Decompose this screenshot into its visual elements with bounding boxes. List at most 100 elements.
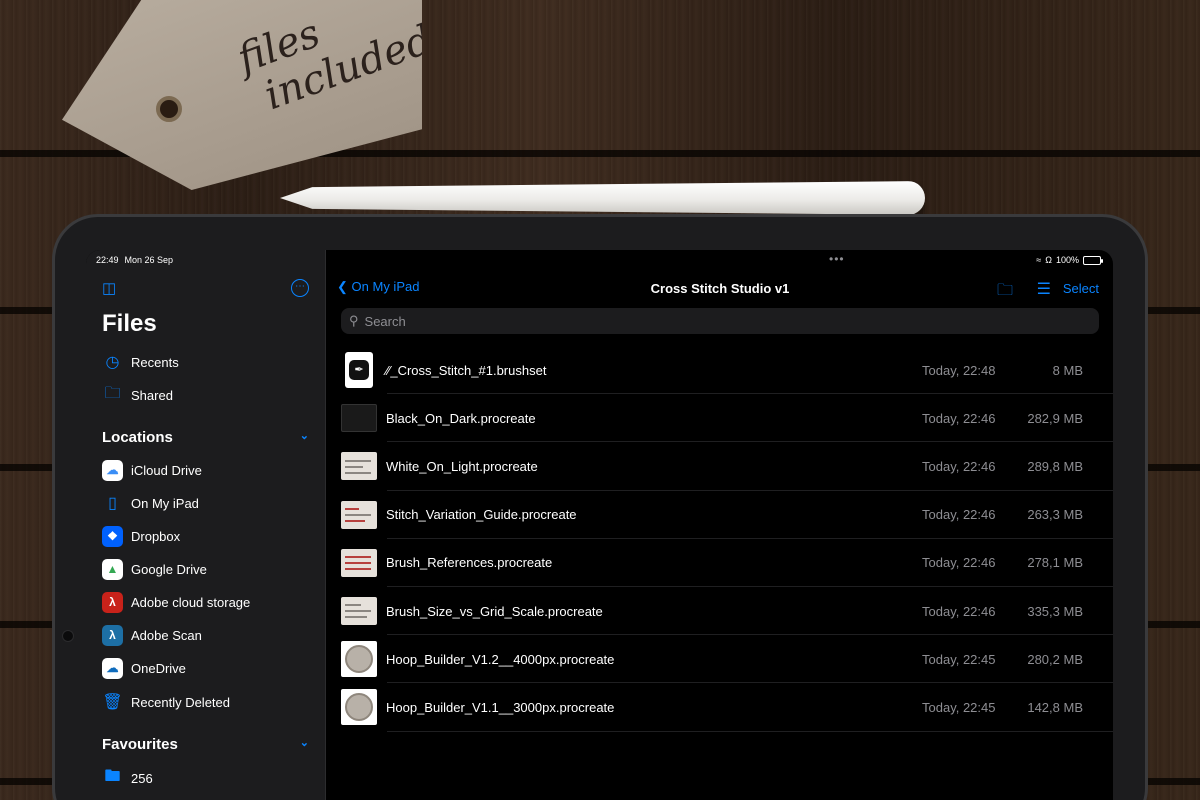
sidebar-item-adobe-cloud-storage[interactable]: λ Adobe cloud storage bbox=[102, 588, 315, 616]
sidebar-item-label: OneDrive bbox=[131, 660, 186, 676]
more-options-icon[interactable]: ⋯ bbox=[291, 279, 309, 297]
file-row[interactable]: Brush_Size_vs_Grid_Scale.procreate Today… bbox=[327, 587, 1113, 636]
sidebar-item-label: Adobe cloud storage bbox=[131, 594, 251, 610]
sidebar-item-icloud-drive[interactable]: ☁ iCloud Drive bbox=[102, 456, 315, 484]
file-row[interactable]: White_On_Light.procreate Today, 22:46 28… bbox=[327, 442, 1113, 491]
file-name: Hoop_Builder_V1.2__4000px.procreate bbox=[386, 651, 615, 667]
sidebar-item-adobe-scan[interactable]: λ Adobe Scan bbox=[102, 621, 315, 649]
status-indicators: ≈ Ω 100% bbox=[1036, 255, 1103, 265]
section-locations-label: Locations bbox=[102, 429, 173, 446]
ipad-icon: ▯ bbox=[108, 495, 117, 512]
thumbnail-line bbox=[345, 616, 367, 619]
new-folder-icon[interactable]: 🗀 bbox=[997, 279, 1013, 306]
tag-handwriting: files included bbox=[231, 10, 439, 124]
status-date: Mon 26 Sep bbox=[124, 255, 174, 265]
file-size: 142,8 MB bbox=[1027, 699, 1083, 715]
sidebar-item-label: 256 bbox=[131, 770, 153, 786]
file-thumbnail bbox=[341, 452, 377, 481]
file-row[interactable]: Brush_References.procreate Today, 22:46 … bbox=[327, 539, 1113, 588]
thumbnail-line bbox=[345, 460, 371, 463]
file-thumbnail bbox=[341, 641, 377, 678]
shared-folder-icon: 🗀 bbox=[104, 384, 121, 402]
sidebar-item-recents[interactable]: ◷ Recents bbox=[102, 348, 315, 376]
battery-icon bbox=[1083, 255, 1103, 265]
wifi-icon: ≈ bbox=[1036, 255, 1042, 265]
page-title: Files bbox=[102, 310, 157, 337]
brushset-thumbnail: ✒ bbox=[345, 352, 373, 389]
file-date: Today, 22:48 bbox=[922, 362, 996, 378]
file-thumbnail bbox=[341, 404, 377, 433]
file-name: Stitch_Variation_Guide.procreate bbox=[386, 507, 577, 523]
tag-hole bbox=[156, 96, 182, 122]
thumbnail-line bbox=[345, 555, 371, 558]
file-date: Today, 22:45 bbox=[922, 699, 996, 715]
file-date: Today, 22:45 bbox=[922, 651, 996, 667]
thumbnail-line bbox=[345, 472, 371, 475]
file-date: Today, 22:46 bbox=[922, 507, 996, 523]
file-date: Today, 22:46 bbox=[922, 555, 996, 571]
headphones-icon: Ω bbox=[1045, 255, 1052, 265]
battery-percent: 100% bbox=[1055, 255, 1079, 265]
file-row[interactable]: ✒ ∕∕_Cross_Stitch_#1.brushset Today, 22:… bbox=[327, 346, 1113, 395]
onedrive-icon: ☁ bbox=[102, 657, 123, 679]
file-row[interactable]: Hoop_Builder_V1.1__3000px.procreate Toda… bbox=[327, 683, 1113, 732]
sidebar-item-onedrive[interactable]: ☁ OneDrive bbox=[102, 654, 315, 682]
file-name: Hoop_Builder_V1.1__3000px.procreate bbox=[386, 699, 615, 715]
file-name: White_On_Light.procreate bbox=[386, 458, 538, 474]
dropbox-icon: ❖ bbox=[102, 525, 123, 547]
thumbnail-line bbox=[345, 604, 361, 607]
file-row[interactable]: Black_On_Dark.procreate Today, 22:46 282… bbox=[327, 394, 1113, 443]
hoop-thumbnail bbox=[345, 693, 373, 722]
thumbnail-line bbox=[345, 567, 371, 570]
paper-tag: files included bbox=[62, 0, 422, 190]
stylus-pencil bbox=[280, 181, 925, 215]
section-favourites[interactable]: Favourites ⌄ bbox=[102, 736, 309, 753]
sidebar-item-dropbox[interactable]: ❖ Dropbox bbox=[102, 522, 315, 550]
file-size: 335,3 MB bbox=[1027, 603, 1083, 619]
sidebar-item-label: Recents bbox=[131, 354, 179, 370]
file-list: ✒ ∕∕_Cross_Stitch_#1.brushset Today, 22:… bbox=[327, 346, 1113, 732]
list-view-icon[interactable]: ☰ bbox=[1037, 279, 1051, 299]
file-date: Today, 22:46 bbox=[922, 603, 996, 619]
nav-bar: ❮ On My iPad Cross Stitch Studio v1 🗀 ☰ … bbox=[327, 279, 1113, 299]
ipad-camera bbox=[62, 630, 74, 642]
thumbnail-line bbox=[345, 561, 371, 564]
multitasking-dots[interactable]: ••• bbox=[829, 252, 845, 266]
ipad-screen: 22:49 Mon 26 Sep ◫ ⋯ Files ◷ Recents 🗀 Sh… bbox=[86, 250, 1113, 800]
section-locations[interactable]: Locations ⌄ bbox=[102, 429, 309, 446]
chevron-down-icon[interactable]: ⌄ bbox=[300, 736, 309, 749]
sidebar: 22:49 Mon 26 Sep ◫ ⋯ Files ◷ Recents 🗀 Sh… bbox=[86, 250, 326, 800]
chevron-down-icon[interactable]: ⌄ bbox=[300, 429, 309, 442]
sidebar-toggle-icon[interactable]: ◫ bbox=[102, 279, 116, 297]
sidebar-item-256[interactable]: 🖿 256 bbox=[102, 764, 315, 792]
file-row[interactable]: Stitch_Variation_Guide.procreate Today, … bbox=[327, 491, 1113, 539]
icloud-icon: ☁ bbox=[102, 459, 123, 481]
file-thumbnail bbox=[341, 548, 377, 577]
sidebar-item-shared[interactable]: 🗀 Shared bbox=[102, 381, 315, 409]
folder-title: Cross Stitch Studio v1 bbox=[650, 281, 790, 296]
file-thumbnail bbox=[341, 500, 377, 529]
search-field[interactable]: ⚲ Search bbox=[341, 308, 1099, 334]
file-date: Today, 22:46 bbox=[922, 410, 996, 426]
select-button[interactable]: Select bbox=[1063, 281, 1099, 296]
file-size: 280,2 MB bbox=[1027, 651, 1083, 667]
thumbnail-line bbox=[345, 507, 359, 510]
sidebar-item-label: Adobe Scan bbox=[131, 627, 202, 643]
thumbnail-line bbox=[345, 519, 365, 522]
file-date: Today, 22:46 bbox=[922, 458, 996, 474]
thumbnail-line bbox=[345, 466, 363, 469]
hoop-thumbnail bbox=[345, 645, 373, 674]
thumbnail-line bbox=[345, 610, 371, 613]
file-size: 278,1 MB bbox=[1027, 555, 1083, 571]
sidebar-item-google-drive[interactable]: ▲ Google Drive bbox=[102, 555, 315, 583]
search-placeholder: Search bbox=[364, 313, 406, 329]
file-name: Black_On_Dark.procreate bbox=[386, 410, 536, 426]
file-row[interactable]: Hoop_Builder_V1.2__4000px.procreate Toda… bbox=[327, 635, 1113, 684]
sidebar-item-recently-deleted[interactable]: 🗑 Recently Deleted bbox=[102, 688, 315, 716]
sidebar-item-on-my-ipad[interactable]: ▯ On My iPad bbox=[102, 489, 315, 517]
sidebar-item-label: Shared bbox=[131, 387, 173, 403]
procreate-app-icon: ✒ bbox=[349, 360, 369, 381]
file-size: 8 MB bbox=[1052, 362, 1083, 378]
thumbnail-line bbox=[345, 513, 371, 516]
sidebar-item-label: Dropbox bbox=[131, 528, 181, 544]
